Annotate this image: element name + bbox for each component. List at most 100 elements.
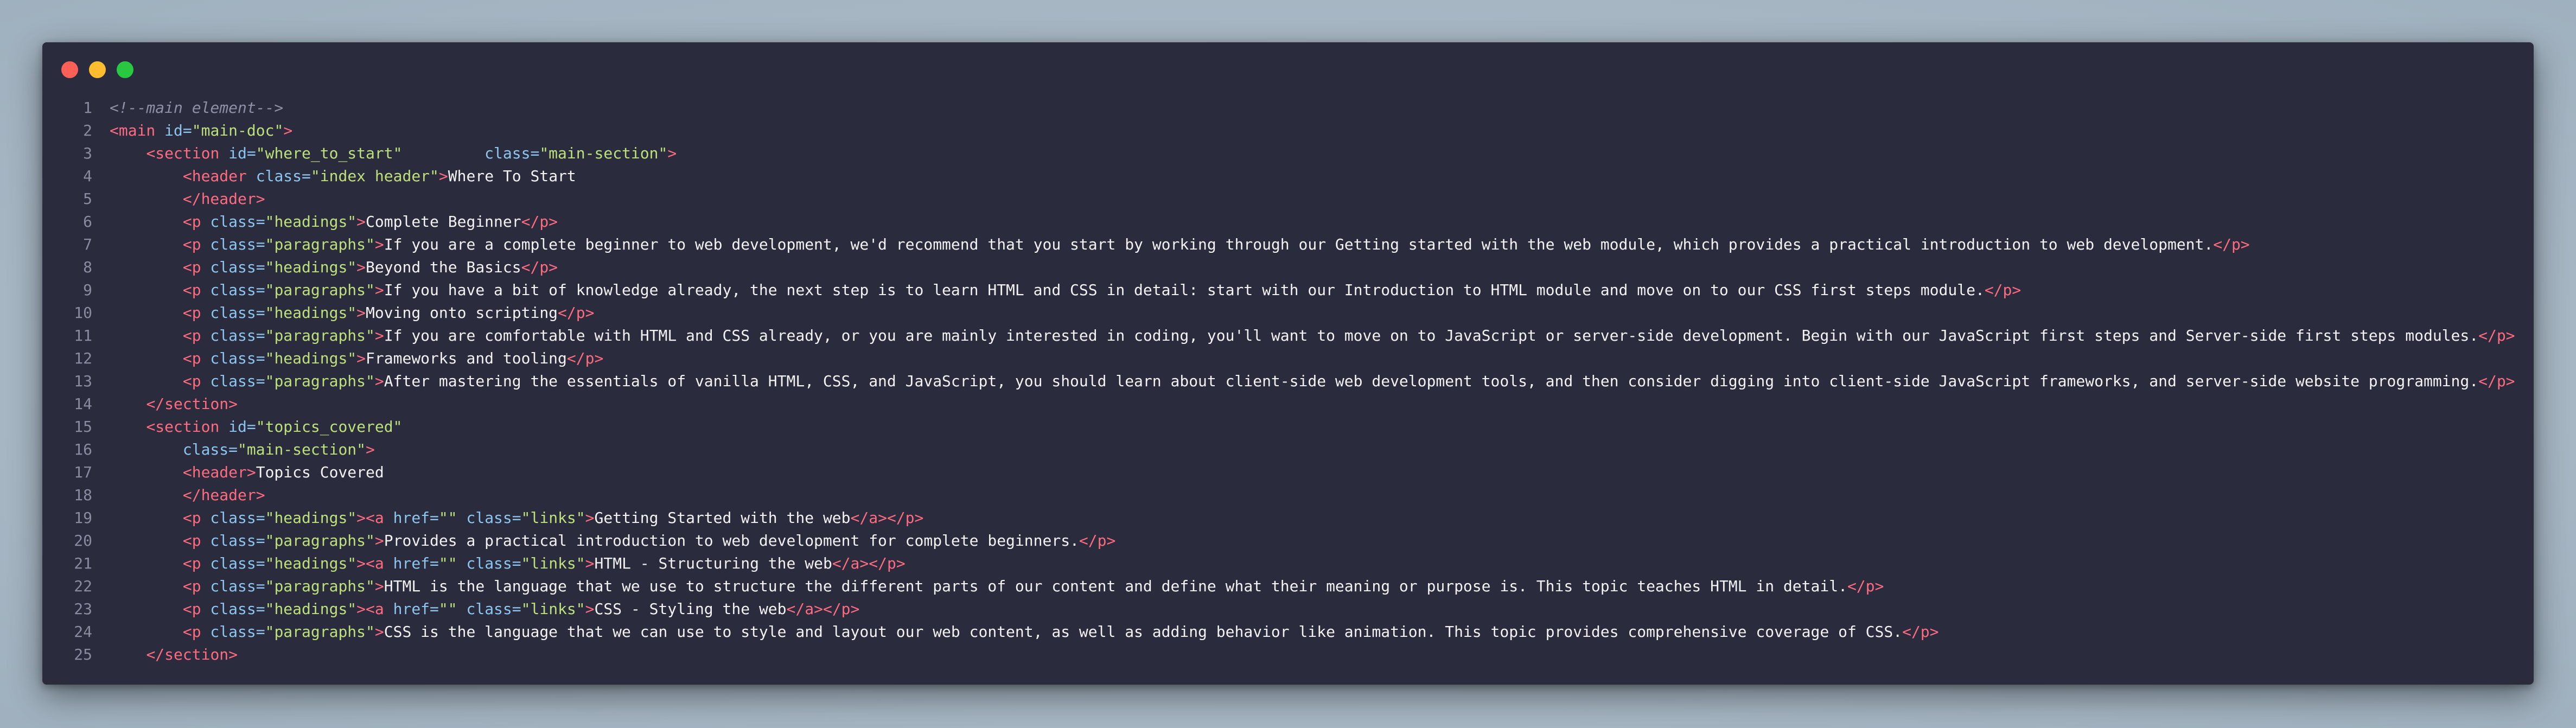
code-token: </p> <box>558 304 595 322</box>
code-token: > <box>585 509 595 527</box>
code-text: </section> <box>92 643 238 666</box>
line-number: 3 <box>83 144 92 162</box>
code-token: > <box>438 167 448 185</box>
code-token: </section> <box>146 395 238 413</box>
code-token: > <box>374 327 384 344</box>
code-token: "links" <box>521 600 585 618</box>
code-token: If you have a bit of knowledge already, … <box>384 281 1985 299</box>
line-number: 4 <box>83 167 92 185</box>
code-line: 25 </section> <box>59 643 2523 666</box>
line-number: 25 <box>74 646 92 663</box>
code-token: "links" <box>521 554 585 572</box>
code-token: <!--main element--> <box>110 99 284 117</box>
code-text: <p class="headings">Beyond the Basics</p… <box>92 256 558 279</box>
line-number: 21 <box>74 554 92 572</box>
code-text: <p class="headings"><a href="" class="li… <box>92 507 924 529</box>
code-token: > <box>585 554 595 572</box>
code-token: id= <box>219 418 256 436</box>
code-line: 6 <p class="headings">Complete Beginner<… <box>59 210 2523 233</box>
code-text: <header>Topics Covered <box>92 461 384 484</box>
code-line: 9 <p class="paragraphs">If you have a bi… <box>59 279 2523 302</box>
window-controls <box>61 61 133 78</box>
close-button[interactable] <box>61 61 78 78</box>
code-token: class= <box>201 509 265 527</box>
zoom-button[interactable] <box>117 61 133 78</box>
code-token: class= <box>201 600 265 618</box>
code-token: > <box>374 281 384 299</box>
code-token: "where_to_start" <box>256 144 403 162</box>
code-token: class= <box>201 258 265 276</box>
code-token: Where To Start <box>448 167 576 185</box>
code-line: 23 <p class="headings"><a href="" class=… <box>59 598 2523 621</box>
code-token: id= <box>155 122 192 139</box>
code-token: <p <box>182 577 201 595</box>
code-text: <p class="paragraphs">CSS is the languag… <box>92 621 1939 643</box>
code-token: "paragraphs" <box>265 372 375 390</box>
code-token: CSS is the language that we can use to s… <box>384 623 1903 641</box>
code-line: 20 <p class="paragraphs">Provides a prac… <box>59 529 2523 552</box>
code-token: class= <box>201 327 265 344</box>
code-token: "paragraphs" <box>265 281 375 299</box>
code-token: ><a <box>356 554 384 572</box>
code-token: "links" <box>521 509 585 527</box>
code-token: "" <box>438 554 457 572</box>
code-text: <p class="headings"><a href="" class="li… <box>92 552 906 575</box>
code-token: After mastering the essentials of vanill… <box>384 372 2479 390</box>
code-token: <main <box>110 122 156 139</box>
code-token: "headings" <box>265 349 357 367</box>
code-token: > <box>356 304 366 322</box>
code-token: > <box>366 440 375 458</box>
code-token: class= <box>201 349 265 367</box>
code-token: </p> <box>1847 577 1884 595</box>
code-token: "headings" <box>265 213 357 231</box>
code-token: <p <box>182 327 201 344</box>
code-token: "paragraphs" <box>265 623 375 641</box>
code-text: <!--main element--> <box>92 97 283 119</box>
code-token: > <box>283 122 293 139</box>
code-text: </header> <box>92 188 265 210</box>
code-text: <p class="headings"><a href="" class="li… <box>92 598 860 621</box>
code-token: "" <box>438 600 457 618</box>
code-line: 5 </header> <box>59 188 2523 210</box>
code-token: > <box>356 349 366 367</box>
code-token: class= <box>201 532 265 550</box>
code-line: 17 <header>Topics Covered <box>59 461 2523 484</box>
code-token: "paragraphs" <box>265 327 375 344</box>
line-number: 24 <box>74 623 92 641</box>
code-text: <p class="paragraphs">If you have a bit … <box>92 279 2021 302</box>
code-text: <p class="paragraphs">If you are comfort… <box>92 324 2515 347</box>
code-token: > <box>374 235 384 253</box>
line-number: 15 <box>74 418 92 436</box>
code-token: </p> <box>1079 532 1116 550</box>
code-token: <header <box>182 167 247 185</box>
code-token: > <box>374 577 384 595</box>
code-token: class= <box>457 554 521 572</box>
line-number: 1 <box>83 99 92 117</box>
minimize-button[interactable] <box>89 61 106 78</box>
code-line: 15 <section id="topics_covered" <box>59 416 2523 438</box>
code-token: "headings" <box>265 509 357 527</box>
code-token: </p> <box>2478 372 2515 390</box>
code-token: <p <box>182 600 201 618</box>
line-number: 20 <box>74 532 92 550</box>
code-token: class= <box>182 440 238 458</box>
code-token: <p <box>182 532 201 550</box>
line-number: 5 <box>83 190 92 208</box>
line-number: 2 <box>83 122 92 139</box>
code-token: class= <box>201 372 265 390</box>
line-number: 9 <box>83 281 92 299</box>
line-number: 14 <box>74 395 92 413</box>
code-token: ><a <box>356 600 384 618</box>
code-line: 3 <section id="where_to_start" class="ma… <box>59 142 2523 165</box>
code-token: <p <box>182 258 201 276</box>
code-token: "main-section" <box>238 440 366 458</box>
code-line: 4 <header class="index header">Where To … <box>59 165 2523 188</box>
code-text: class="main-section"> <box>92 438 375 461</box>
